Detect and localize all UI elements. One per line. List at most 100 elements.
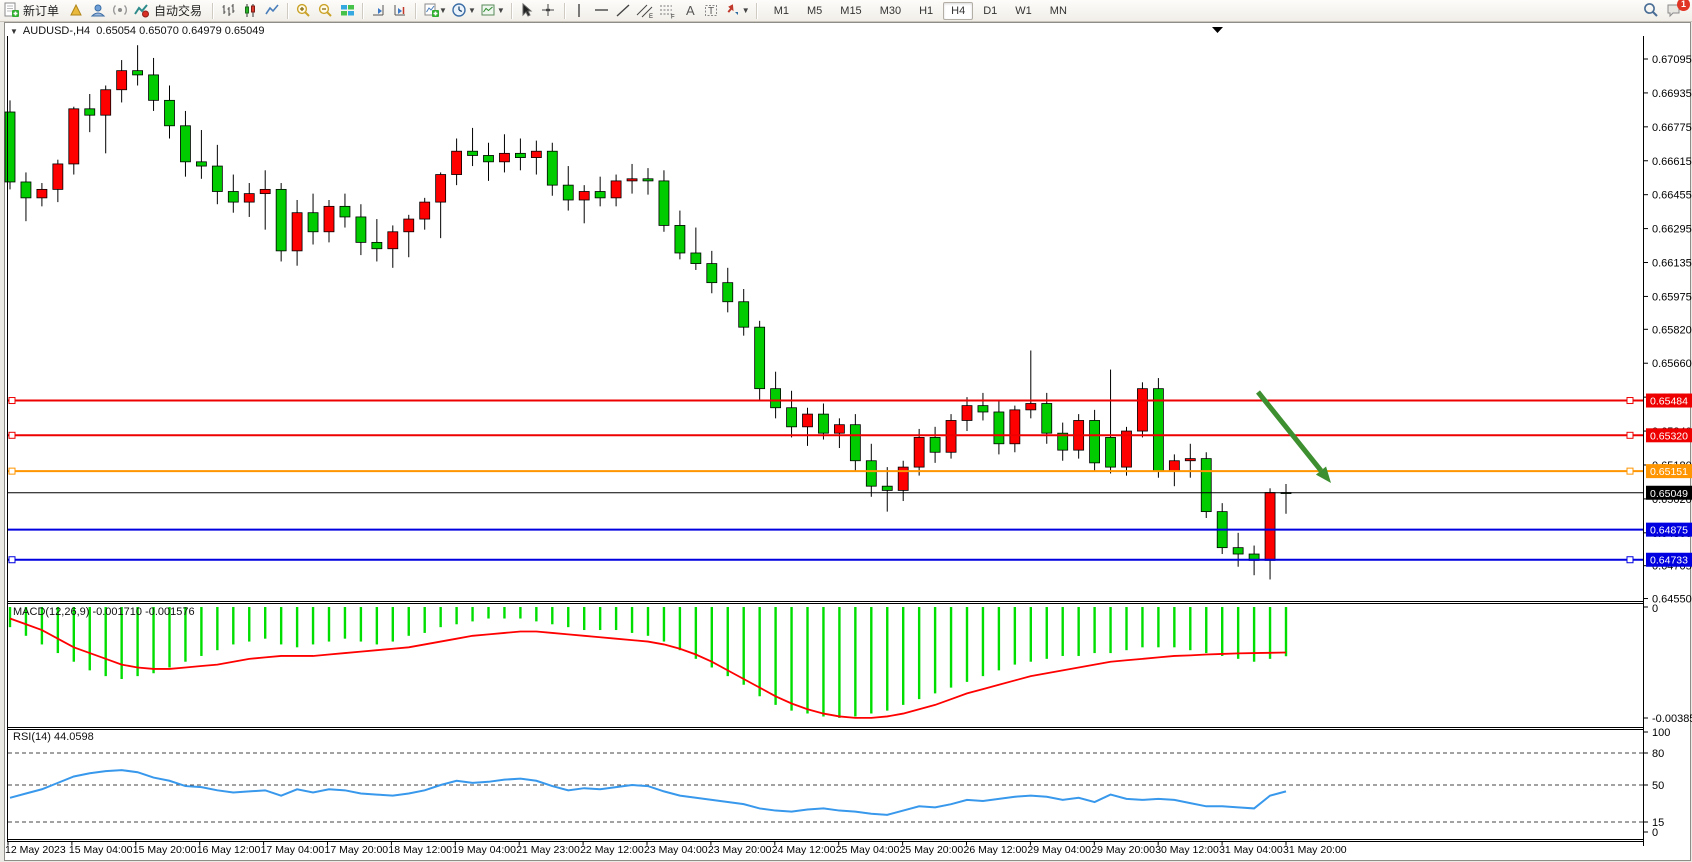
new-order-button[interactable]: 新订单 [23, 2, 59, 19]
period-M30[interactable]: M30 [872, 2, 909, 20]
candle-body [1201, 459, 1211, 512]
candle-body [515, 153, 525, 157]
candle-body [308, 213, 318, 232]
toolbar-separator [564, 3, 565, 19]
text-tool-icon[interactable]: A [679, 2, 701, 20]
time-axis-label: 16 May 12:00 [197, 844, 261, 856]
candlestick-chart-type-icon[interactable] [239, 2, 261, 20]
svg-text:F: F [671, 15, 675, 20]
line-handle[interactable] [9, 398, 15, 404]
line-handle[interactable] [9, 468, 15, 474]
period-M15[interactable]: M15 [832, 2, 869, 20]
candle-body [1169, 461, 1179, 472]
candle-body [866, 461, 876, 486]
candle-body [452, 151, 462, 174]
price-axis-tick-label: 0.65975 [1652, 291, 1692, 303]
candle-body [787, 408, 797, 427]
candle-body [468, 151, 478, 155]
auto-trading-button[interactable]: 自动交易 [154, 2, 202, 19]
candle-body [228, 192, 238, 203]
candle-body [659, 181, 669, 226]
line-handle[interactable] [9, 432, 15, 438]
toolbar-separator [511, 3, 512, 19]
new-order-icon[interactable] [0, 2, 22, 20]
indicators-dropdown-caret[interactable]: ▼ [439, 6, 447, 15]
line-chart-type-icon[interactable] [261, 2, 283, 20]
candle-body [579, 192, 589, 200]
period-M5[interactable]: M5 [799, 2, 830, 20]
templates-dropdown-caret[interactable]: ▼ [497, 6, 505, 15]
chart-canvas[interactable]: 0.670950.669350.667750.666150.664550.662… [0, 0, 1692, 862]
time-axis-label: 18 May 12:00 [388, 844, 452, 856]
cursor-icon[interactable] [516, 2, 538, 20]
community-icon[interactable] [87, 2, 109, 20]
auto-scroll-icon[interactable] [367, 2, 389, 20]
price-axis-tick-label: 0.66775 [1652, 122, 1692, 134]
candle-body [117, 71, 127, 90]
price-axis-tick-label: 0.65820 [1652, 324, 1692, 336]
line-price-text: 0.65049 [1650, 488, 1688, 500]
candle-body [484, 155, 494, 161]
line-price-text: 0.64875 [1650, 525, 1688, 537]
chart-caption: ▼AUDUSD-,H4 0.65054 0.65070 0.64979 0.65… [10, 25, 265, 37]
time-axis-label: 23 May 20:00 [708, 844, 772, 856]
candle-body [1090, 420, 1100, 462]
line-handle[interactable] [1627, 557, 1633, 563]
candle-body [1185, 459, 1195, 461]
bar-chart-type-icon[interactable] [217, 2, 239, 20]
line-handle[interactable] [1627, 398, 1633, 404]
label-tool-icon[interactable]: T [701, 2, 723, 20]
market-watch-icon[interactable] [65, 2, 87, 20]
candle-body [627, 179, 637, 181]
period-M1[interactable]: M1 [766, 2, 797, 20]
period-W1[interactable]: W1 [1007, 2, 1040, 20]
svg-text:T: T [708, 6, 714, 17]
price-axis-tick-label: 0.65660 [1652, 358, 1692, 370]
line-price-text: 0.64733 [1650, 555, 1688, 567]
line-handle[interactable] [1627, 468, 1633, 474]
vertical-line-tool-icon[interactable] [569, 2, 591, 20]
line-handle[interactable] [9, 557, 15, 563]
auto-trading-icon[interactable] [131, 2, 153, 20]
rsi-indicator-label: RSI(14) 44.0598 [13, 731, 94, 743]
collapse-caret-icon[interactable]: ▼ [10, 27, 18, 36]
horizontal-line-tool-icon[interactable] [591, 2, 613, 20]
channel-tool-icon[interactable]: E [635, 2, 657, 20]
period-MN[interactable]: MN [1042, 2, 1075, 20]
trendline-tool-icon[interactable] [613, 2, 635, 20]
fibonacci-tool-icon[interactable]: F [657, 2, 679, 20]
timeframes-dropdown-caret[interactable]: ▼ [468, 6, 476, 15]
tile-windows-icon[interactable] [336, 2, 358, 20]
candle-body [1026, 404, 1036, 410]
candle-body [1042, 404, 1052, 434]
candle-body [133, 71, 143, 75]
candle-body [1233, 548, 1243, 554]
arrows-dropdown-caret[interactable]: ▼ [742, 6, 750, 15]
candle-body [21, 182, 31, 198]
zoom-out-icon[interactable] [314, 2, 336, 20]
crosshair-icon[interactable] [538, 2, 560, 20]
chart-background [5, 23, 1688, 858]
candle-body [882, 486, 892, 490]
period-H4[interactable]: H4 [943, 2, 973, 20]
period-H1[interactable]: H1 [911, 2, 941, 20]
time-axis-label: 22 May 12:00 [580, 844, 644, 856]
chart-shift-icon[interactable] [389, 2, 411, 20]
time-axis-label: 29 May 20:00 [1091, 844, 1155, 856]
candle-body [803, 414, 813, 427]
ohlc-readout: 0.65054 0.65070 0.64979 0.65049 [96, 25, 264, 37]
period-D1[interactable]: D1 [975, 2, 1005, 20]
zoom-in-icon[interactable] [292, 2, 314, 20]
candle-body [69, 109, 79, 164]
search-icon[interactable] [1640, 1, 1662, 19]
candle-body [340, 206, 350, 217]
toolbar-separator [756, 3, 757, 19]
macd-indicator-label: MACD(12,26,9) -0.001710 -0.001576 [13, 606, 195, 618]
price-axis-tick-label: 0.66615 [1652, 156, 1692, 168]
line-handle[interactable] [1627, 432, 1633, 438]
time-axis-label: 26 May 12:00 [964, 844, 1028, 856]
notifications-chat-icon[interactable]: 1 [1662, 1, 1686, 19]
candle-body [691, 253, 701, 264]
time-axis-label: 31 May 04:00 [1219, 844, 1283, 856]
signal-icon[interactable] [109, 2, 131, 20]
